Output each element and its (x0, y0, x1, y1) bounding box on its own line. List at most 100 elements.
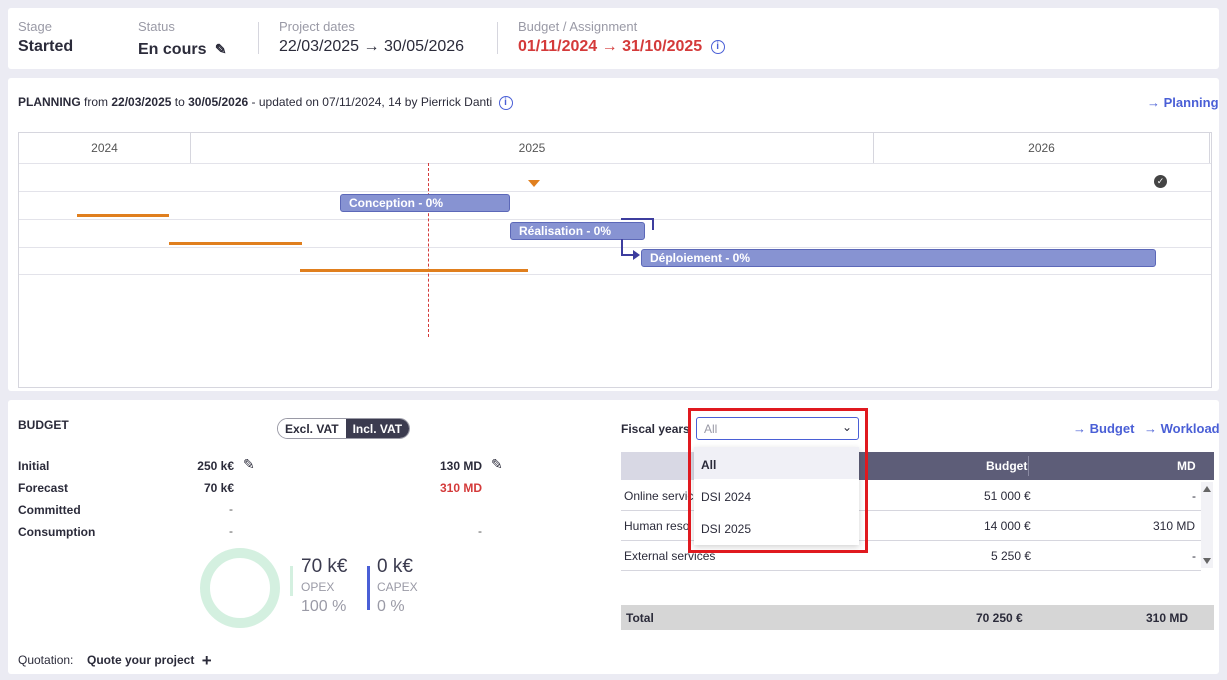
opex-bar (290, 566, 293, 596)
status-value: En cours ✎ (138, 41, 227, 59)
fiscal-row-budget: 51 000 € (984, 489, 1031, 503)
total-budget: 70 250 € (976, 611, 1023, 625)
dependency-connector (621, 254, 633, 256)
baseline-bar (300, 269, 528, 272)
column-budget: Budget (986, 459, 1028, 473)
quotation-label: Quotation: (18, 653, 74, 667)
planning-updated-date: 07/11/2024, 14 (322, 95, 402, 109)
planning-title: PLANNING (18, 95, 81, 109)
excl-vat-button[interactable]: Excl. VAT (278, 419, 346, 438)
fiscal-years-label: Fiscal years (621, 422, 690, 436)
dates-label: Project dates (279, 19, 355, 34)
gantt-row-line (19, 191, 1211, 192)
fiscal-row-md: - (1192, 489, 1196, 503)
baseline-bar (77, 214, 169, 217)
gantt-row-line (19, 219, 1211, 220)
budget-card: BUDGET Excl. VAT Incl. VAT Initial Forec… (8, 400, 1220, 674)
dates-value: 22/03/2025 → 30/05/2026 (279, 38, 465, 55)
total-row (621, 605, 1214, 630)
consumption-amount: - (229, 524, 233, 538)
incl-vat-button[interactable]: Incl. VAT (345, 419, 410, 438)
fiscal-row-budget: 14 000 € (984, 519, 1031, 533)
plus-icon: + (201, 651, 212, 670)
edit-initial-amount-pencil-icon[interactable]: ✎ (243, 456, 255, 473)
highlight-box (688, 408, 868, 553)
fiscal-row-name: Online servic (624, 489, 694, 503)
fiscal-table-header-dark (857, 452, 1214, 480)
initial-md: 130 MD (439, 459, 482, 473)
table-scrollbar[interactable] (1201, 482, 1213, 568)
year-2024: 2024 (19, 133, 191, 163)
capex-value: 0 k€ (377, 556, 413, 577)
planning-author: Pierrick Danti (420, 95, 493, 109)
total-md: 310 MD (1146, 611, 1189, 625)
planning-by: by (404, 95, 418, 109)
edit-status-pencil-icon[interactable]: ✎ (215, 41, 227, 58)
row-label-consumption: Consumption (18, 525, 96, 539)
quote-project-button[interactable]: Quote your project + (87, 651, 212, 671)
planning-from: from (84, 95, 109, 109)
capex-label: CAPEX (377, 580, 418, 594)
gantt-row-line (19, 163, 1211, 164)
planning-link-label: Planning (1163, 95, 1219, 110)
fiscal-row-md: 310 MD (1153, 519, 1196, 533)
arrow-right-icon: → (1147, 95, 1160, 110)
stage-label: Stage (18, 19, 52, 34)
divider (258, 22, 259, 54)
year-2025: 2025 (191, 133, 874, 163)
dependency-arrow-icon (633, 250, 640, 260)
info-icon[interactable]: i (498, 95, 513, 110)
milestone-triangle-icon (528, 180, 540, 187)
status-label: Status (138, 19, 175, 34)
planning-updated: - updated on (251, 95, 319, 109)
dependency-connector (621, 218, 654, 230)
budget-link-label: Budget (1089, 421, 1135, 436)
gantt-row-line (19, 274, 1211, 275)
scroll-down-icon[interactable] (1203, 558, 1211, 564)
initial-amount: 250 k€ (197, 459, 234, 473)
status-text: En cours (138, 41, 207, 58)
today-marker (428, 163, 429, 337)
budget-assignment-label: Budget / Assignment (518, 19, 638, 34)
stage-value: Started (18, 38, 74, 55)
baseline-bar (169, 242, 302, 245)
gantt-row-line (19, 247, 1211, 248)
arrow-right-icon: → (1073, 421, 1086, 436)
budget-link[interactable]: → Budget (1073, 421, 1134, 436)
capex-pct: 0 % (377, 598, 405, 615)
opex-label: OPEX (301, 580, 335, 594)
gantt-chart: 2024 2025 2026 ✓ Conception - 0% Réalisa… (18, 132, 1212, 388)
arrow-right-icon: → (1144, 421, 1157, 436)
workload-link[interactable]: → Workload (1144, 421, 1220, 436)
task-bar-conception[interactable]: Conception - 0% (340, 194, 510, 212)
row-label-forecast: Forecast (18, 481, 69, 495)
capex-bar (367, 566, 370, 610)
info-icon[interactable]: i (710, 39, 725, 54)
row-label-committed: Committed (18, 503, 81, 517)
budget-assignment-value: 01/11/2024 → 31/10/2025 i (518, 38, 725, 56)
scroll-up-icon[interactable] (1203, 486, 1211, 492)
column-divider (1028, 456, 1029, 476)
year-2026: 2026 (874, 133, 1210, 163)
opex-capex-donut (200, 548, 280, 628)
forecast-amount: 70 k€ (203, 481, 234, 495)
vat-toggle: Excl. VAT Incl. VAT (277, 418, 411, 439)
edit-initial-md-pencil-icon[interactable]: ✎ (491, 456, 503, 473)
fiscal-row-budget: 5 250 € (991, 549, 1032, 563)
workload-link-label: Workload (1160, 421, 1220, 436)
column-md: MD (1177, 459, 1196, 473)
task-bar-deploiement[interactable]: Déploiement - 0% (641, 249, 1156, 267)
budget-title: BUDGET (18, 418, 69, 432)
planning-end-date: 30/05/2026 (188, 95, 249, 109)
quote-project-label: Quote your project (87, 653, 195, 667)
planning-link[interactable]: → Planning (1147, 95, 1219, 110)
committed-amount: - (229, 502, 233, 516)
total-label: Total (626, 611, 654, 625)
divider (497, 22, 498, 54)
forecast-md: 310 MD (439, 481, 482, 495)
check-circle-icon: ✓ (1154, 175, 1167, 188)
consumption-md: - (478, 524, 482, 538)
budget-assignment-dates: 01/11/2024 → 31/10/2025 (518, 38, 703, 55)
planning-start-date: 22/03/2025 (111, 95, 172, 109)
planning-heading: PLANNING from 22/03/2025 to 30/05/2026 -… (18, 95, 513, 110)
